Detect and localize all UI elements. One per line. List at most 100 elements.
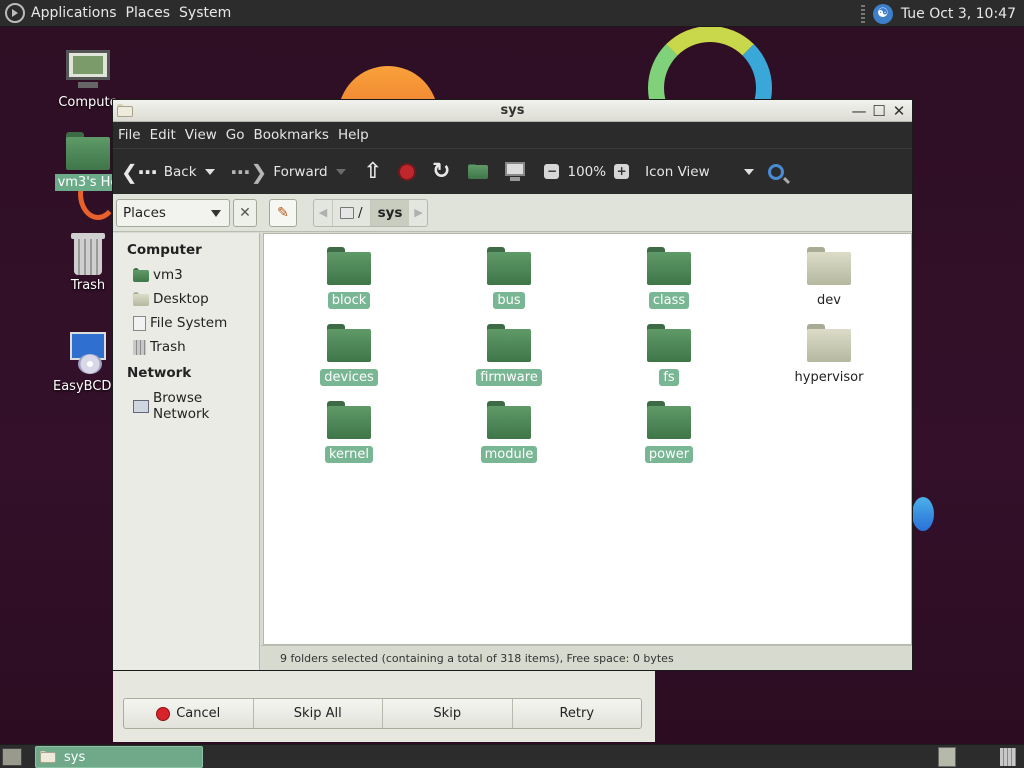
folder-item-label: fs (659, 369, 679, 386)
folder-item-devices[interactable]: devices (293, 324, 405, 386)
breadcrumb-left-icon[interactable]: ◀ (314, 200, 332, 226)
zoom-in-icon[interactable]: + (614, 164, 630, 179)
close-button[interactable]: ✕ (890, 102, 908, 120)
folder-icon (327, 247, 371, 285)
sidebar-item-file-system[interactable]: File System (113, 311, 259, 335)
folder-item-label: firmware (476, 369, 542, 386)
breadcrumb-root-label: / (358, 204, 363, 221)
skip-button[interactable]: Skip (383, 699, 513, 728)
zoom-level[interactable]: 100% (567, 164, 606, 180)
trash-icon (71, 233, 105, 275)
sidebar-heading-computer: Computer (127, 242, 202, 258)
breadcrumb-sys[interactable]: sys (369, 199, 410, 226)
folder-item-class[interactable]: class (613, 247, 725, 309)
view-mode-dropdown[interactable] (743, 168, 754, 175)
folder-item-kernel[interactable]: kernel (293, 401, 405, 463)
network-icon (133, 399, 149, 413)
top-panel: Applications Places System ☯ Tue Oct 3, … (0, 0, 1024, 27)
home-folder-icon (133, 268, 149, 282)
menu-file[interactable]: File (118, 127, 141, 143)
workspace-switcher[interactable] (938, 747, 956, 767)
maximize-button[interactable]: ☐ (870, 102, 888, 120)
menu-bookmarks[interactable]: Bookmarks (254, 127, 329, 143)
computer-icon (64, 50, 112, 90)
sidebar-item-trash[interactable]: Trash (113, 335, 259, 359)
folder-item-label: module (480, 446, 538, 463)
forward-button[interactable]: ⋯❯ Forward (231, 160, 328, 184)
easybcd-icon (68, 332, 108, 374)
sidebar-item-browse-network[interactable]: Browse Network (113, 386, 259, 426)
menubar: File Edit View Go Bookmarks Help (113, 122, 912, 148)
menu-places[interactable]: Places (126, 5, 171, 21)
folder-icon (647, 324, 691, 362)
folder-item-dev[interactable]: dev (773, 247, 885, 309)
accessibility-icon[interactable]: ☯ (872, 3, 893, 24)
toolbar: ❮⋯ Back ⋯❯ Forward ⇧ ↻ − 100% + Icon Vie… (113, 148, 912, 194)
cancel-button[interactable]: Cancel (124, 699, 254, 728)
forward-history-dropdown[interactable] (335, 168, 346, 175)
folder-item-hypervisor[interactable]: hypervisor (773, 324, 885, 386)
folder-icon (647, 401, 691, 439)
sidebar-item-vm3[interactable]: vm3 (113, 263, 259, 287)
trash-icon[interactable] (1000, 748, 1016, 766)
breadcrumb-sys-label: sys (377, 204, 403, 221)
folder-item-firmware[interactable]: firmware (453, 324, 565, 386)
taskbar-item-sys[interactable]: sys (35, 746, 203, 768)
folder-icon (487, 324, 531, 362)
back-arrow-icon: ❮⋯ (121, 159, 158, 184)
folder-item-block[interactable]: block (293, 247, 405, 309)
folder-item-label: dev (817, 293, 841, 308)
folder-item-power[interactable]: power (613, 401, 725, 463)
window-titlebar[interactable]: sys — ☐ ✕ (113, 100, 912, 122)
edit-location-button[interactable]: ✎ (269, 198, 297, 227)
menu-go[interactable]: Go (226, 127, 245, 143)
stop-icon[interactable] (398, 162, 417, 181)
menu-view[interactable]: View (185, 127, 217, 143)
breadcrumb-root[interactable]: / (332, 199, 370, 226)
folder-item-label: block (327, 292, 371, 309)
breadcrumb-right-icon[interactable]: ▶ (409, 200, 427, 226)
distro-logo-icon[interactable] (5, 3, 25, 23)
retry-button[interactable]: Retry (513, 699, 642, 728)
up-icon[interactable]: ⇧ (364, 159, 382, 184)
taskbar-item-label: sys (64, 749, 86, 765)
zoom-out-icon[interactable]: − (544, 164, 560, 179)
clock[interactable]: Tue Oct 3, 10:47 (901, 6, 1016, 22)
desktop-icon-label: Compute (58, 95, 118, 110)
sidebar-item-label: Desktop (153, 291, 209, 307)
folder-item-label: bus (493, 292, 525, 309)
icon-view[interactable]: block bus class dev devices firmware fs … (263, 233, 912, 645)
sidebar-item-label: Browse Network (153, 390, 210, 422)
folder-item-label: devices (320, 369, 378, 386)
folder-item-label: hypervisor (794, 370, 864, 385)
reload-icon[interactable]: ↻ (432, 159, 450, 184)
view-mode-select[interactable]: Icon View (645, 164, 710, 180)
home-icon[interactable] (468, 163, 489, 180)
folder-item-module[interactable]: module (453, 401, 565, 463)
show-desktop-icon[interactable] (2, 748, 22, 766)
sidebar-item-desktop[interactable]: Desktop (113, 287, 259, 311)
back-button[interactable]: ❮⋯ Back (121, 160, 197, 184)
filesystem-icon (133, 315, 146, 331)
close-sidebar-button[interactable]: ✕ (233, 198, 257, 227)
folder-item-fs[interactable]: fs (613, 324, 725, 386)
menu-edit[interactable]: Edit (150, 127, 176, 143)
side-pane-selector[interactable]: Places (116, 198, 230, 227)
sidebar-heading-network: Network (127, 365, 192, 381)
search-icon[interactable] (767, 163, 784, 180)
menu-applications[interactable]: Applications (31, 5, 117, 21)
minimize-button[interactable]: — (850, 102, 868, 120)
forward-button-label: Forward (273, 163, 328, 180)
side-pane-selector-value: Places (123, 204, 166, 221)
menu-help[interactable]: Help (338, 127, 369, 143)
folder-icon (807, 247, 851, 285)
skip-all-button[interactable]: Skip All (254, 699, 383, 728)
computer-icon[interactable] (504, 161, 526, 182)
menu-system[interactable]: System (179, 5, 231, 21)
panel-grip-icon (860, 4, 865, 23)
sidebar-item-label: vm3 (153, 267, 183, 283)
breadcrumb: ◀ / sys ▶ (313, 198, 429, 227)
folder-item-bus[interactable]: bus (453, 247, 565, 309)
folder-item-label: class (648, 292, 690, 309)
back-history-dropdown[interactable] (204, 168, 215, 175)
